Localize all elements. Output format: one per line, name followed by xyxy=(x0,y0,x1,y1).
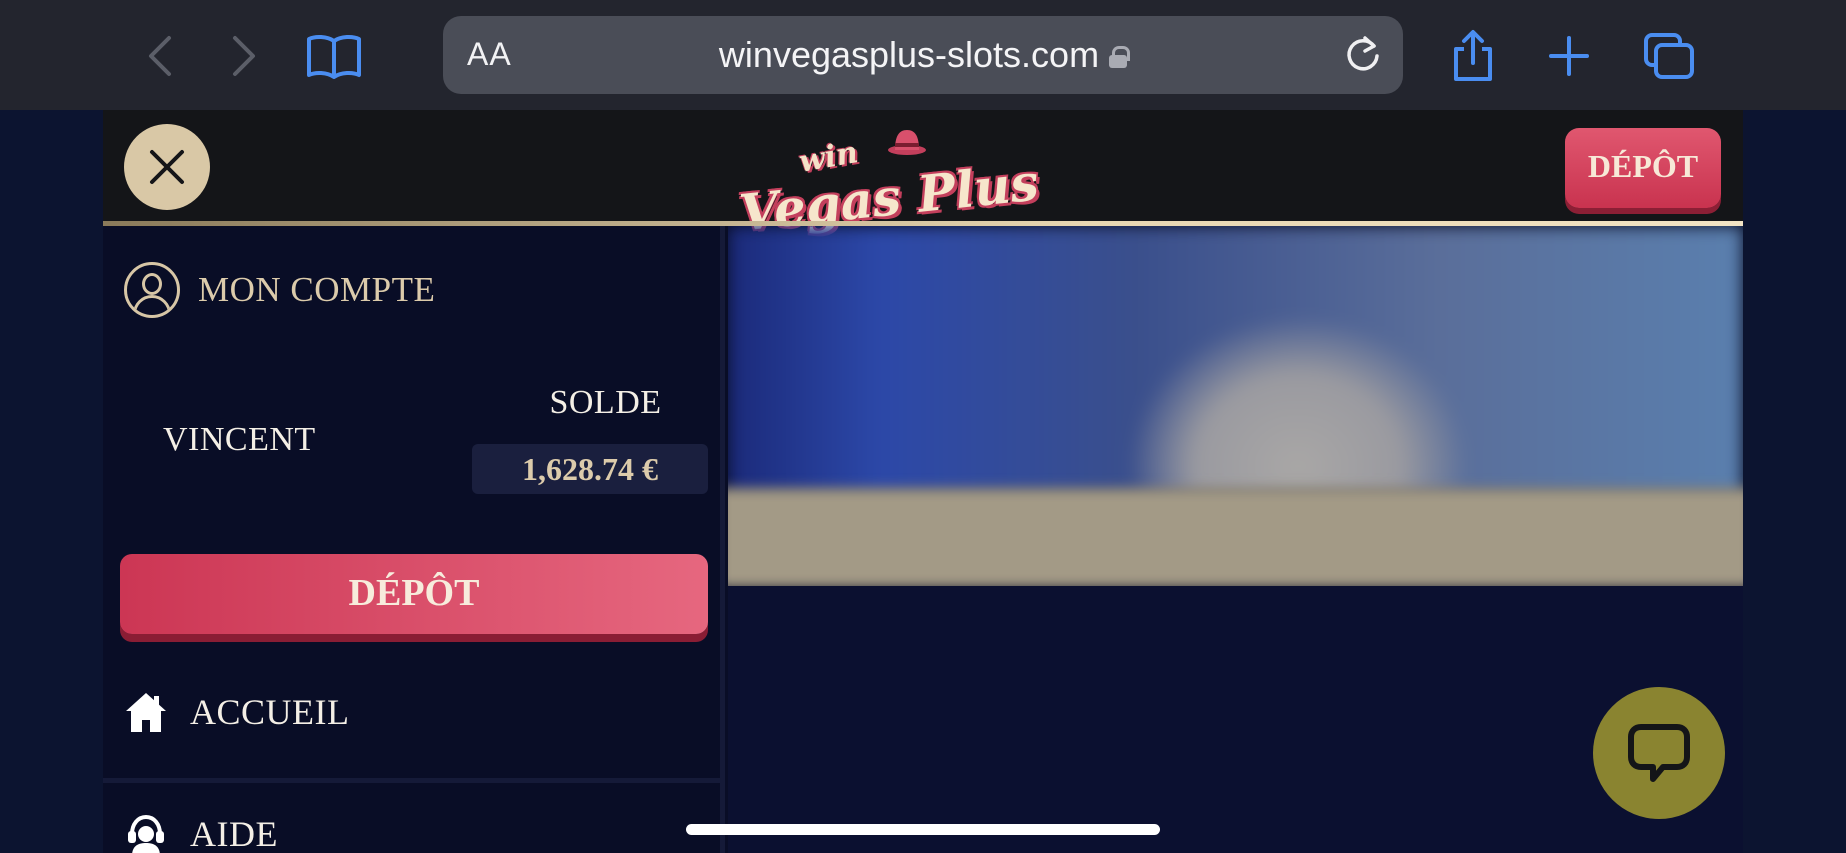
url-text: winvegasplus-slots.com xyxy=(718,34,1100,75)
live-chat-button[interactable] xyxy=(1593,687,1725,819)
site-header: win Vegas Plus DÉPÔT xyxy=(103,110,1743,243)
blurred-tab-bar xyxy=(728,488,1743,588)
home-icon xyxy=(126,693,166,732)
balance-value: 1,628.74 € xyxy=(472,444,708,494)
fedora-hat-icon xyxy=(888,130,926,155)
tabs-icon xyxy=(1644,33,1694,79)
lock-icon xyxy=(1109,46,1131,68)
blurred-section xyxy=(728,586,1743,853)
username: VINCENT xyxy=(163,421,316,458)
web-page: win Vegas Plus DÉPÔT MON COMPTE VINCENT … xyxy=(103,110,1743,853)
my-account-label: MON COMPTE xyxy=(198,270,436,309)
tabs-button[interactable] xyxy=(1640,28,1698,84)
balance-label: SOLDE xyxy=(549,384,662,421)
chevron-right-icon xyxy=(233,36,255,76)
plus-icon xyxy=(1549,36,1589,76)
share-icon xyxy=(1454,30,1492,81)
headset-icon xyxy=(128,814,164,853)
menu-item-label: AIDE xyxy=(190,814,278,853)
close-icon xyxy=(150,150,184,184)
url-display[interactable]: winvegasplus-slots.com xyxy=(443,34,1403,76)
bookmarks-button[interactable] xyxy=(302,28,366,84)
header-deposit-button[interactable]: DÉPÔT xyxy=(1565,128,1721,208)
address-bar[interactable]: AA winvegasplus-slots.com xyxy=(443,16,1403,94)
forward-button[interactable] xyxy=(220,28,268,84)
browser-toolbar: AA winvegasplus-slots.com xyxy=(0,0,1846,110)
back-button[interactable] xyxy=(136,28,184,84)
my-account-link[interactable]: MON COMPTE xyxy=(124,262,435,318)
deposit-button[interactable]: DÉPÔT xyxy=(120,554,708,634)
user-icon xyxy=(124,262,180,318)
chat-bubble-icon xyxy=(1628,724,1690,782)
menu-item-label: ACCUEIL xyxy=(190,692,350,732)
new-tab-button[interactable] xyxy=(1544,28,1594,84)
blurred-background-content xyxy=(728,226,1743,853)
reload-icon[interactable] xyxy=(1343,34,1383,74)
blurred-banner xyxy=(728,226,1743,496)
home-indicator[interactable] xyxy=(686,824,1160,835)
close-menu-button[interactable] xyxy=(124,124,210,210)
share-button[interactable] xyxy=(1448,28,1498,84)
chevron-left-icon xyxy=(149,36,171,76)
menu-divider xyxy=(103,778,725,783)
side-menu: MON COMPTE VINCENT SOLDE 1,628.74 € DÉPÔ… xyxy=(103,226,725,853)
book-icon xyxy=(307,34,361,79)
menu-item-home[interactable]: ACCUEIL xyxy=(124,690,350,734)
menu-item-help[interactable]: AIDE xyxy=(124,812,278,853)
